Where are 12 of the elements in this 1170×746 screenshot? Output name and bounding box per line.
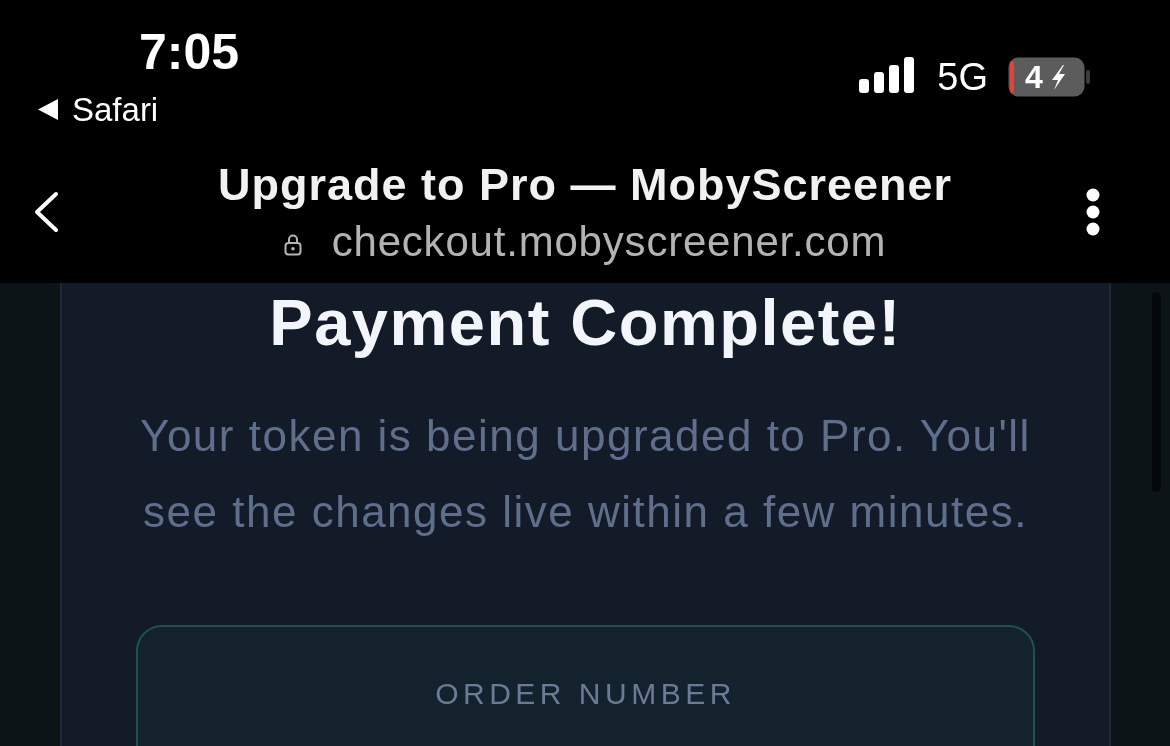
back-to-app-link[interactable]: Safari <box>72 93 159 126</box>
back-chevron-icon[interactable] <box>32 191 60 233</box>
page-title: Upgrade to Pro — MobyScreener <box>217 160 953 209</box>
battery-percent: 4 <box>1025 60 1043 94</box>
order-number-label: ORDER NUMBER <box>435 676 736 712</box>
clock-time: 7:05 <box>139 27 240 77</box>
network-type: 5G <box>937 57 988 97</box>
upgrade-message: Your token is being upgraded to Pro. You'll see the changes live within a few minutes. <box>139 410 1032 538</box>
address-url[interactable]: checkout.mobyscreener.com <box>331 219 887 265</box>
more-menu-icon[interactable] <box>1086 188 1100 236</box>
left-triangle-icon[interactable] <box>38 99 58 120</box>
signal-bars-icon <box>859 57 916 93</box>
